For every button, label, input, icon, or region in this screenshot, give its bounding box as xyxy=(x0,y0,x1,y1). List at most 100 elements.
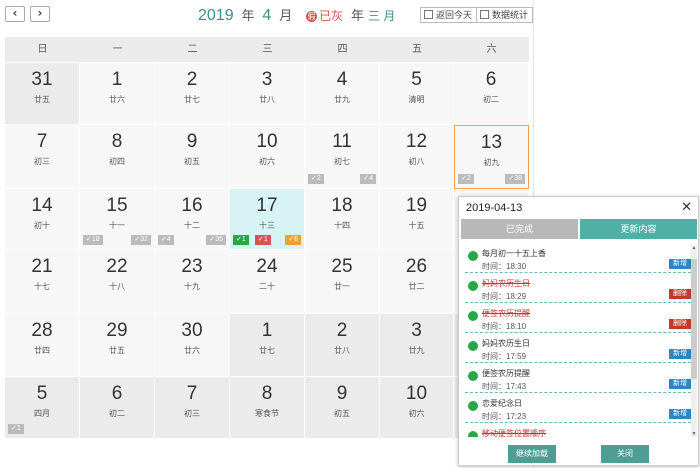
close-button[interactable]: 关闭 xyxy=(601,445,649,463)
scroll-up-icon[interactable]: ▲ xyxy=(691,245,697,251)
day-cell[interactable]: 5 清明 xyxy=(380,63,454,125)
day-cell[interactable]: 2 廿七 xyxy=(155,63,230,125)
day-detail-popup: 2019-04-13 ✕ 已完成 更新内容 每月初一十五上香 时间：18:30 … xyxy=(458,196,699,466)
day-cell[interactable]: 25 廿一 xyxy=(305,250,380,314)
day-cell[interactable]: 14 初十 xyxy=(5,189,80,250)
item-action-button[interactable]: 删除 xyxy=(669,319,691,329)
tab-done[interactable]: 已完成 xyxy=(461,219,578,239)
stats-button[interactable]: 数据统计 xyxy=(476,7,534,23)
tab-update[interactable]: 更新内容 xyxy=(580,219,697,239)
event-count-badge[interactable]: ✓4 xyxy=(360,174,376,184)
month-text[interactable]: 4 xyxy=(262,7,271,24)
day-cell[interactable]: 1 廿七 xyxy=(230,314,305,377)
day-cell[interactable]: 18 十四 xyxy=(305,189,380,250)
day-cell[interactable]: 11 初七 ✓2 ✓4 xyxy=(305,125,380,189)
item-action-button[interactable]: 新增 xyxy=(669,379,691,389)
day-cell[interactable]: 10 初六 xyxy=(230,125,305,189)
lunar-date: 廿五 xyxy=(109,346,125,355)
list-item[interactable]: 妈妈农历生日 时间：18:29 删除 xyxy=(465,275,691,303)
prev-month-button[interactable]: ‹ xyxy=(5,6,25,22)
event-count-badge[interactable]: ✓38 xyxy=(505,174,525,184)
day-cell[interactable]: 22 十八 xyxy=(80,250,155,314)
event-tags: ✓2 ✓38 xyxy=(458,174,525,184)
day-cell[interactable]: 28 廿四 xyxy=(5,314,80,377)
day-cell[interactable]: 21 十七 xyxy=(5,250,80,314)
day-cell[interactable]: 31 廿五 xyxy=(5,63,80,125)
day-cell[interactable]: 3 廿九 xyxy=(380,314,454,377)
day-cell[interactable]: 10 初六 xyxy=(380,377,454,439)
close-icon[interactable]: ✕ xyxy=(681,199,692,215)
event-count-badge[interactable]: ✓1 xyxy=(233,235,249,245)
weekday-header: 三 xyxy=(230,37,305,62)
day-cell[interactable]: 5 四月 ✓1 xyxy=(5,377,80,439)
back-today-button[interactable]: 返回今天 xyxy=(420,7,478,23)
lunar-month[interactable]: 三 月 xyxy=(368,9,395,23)
day-cell[interactable]: 2 廿八 xyxy=(305,314,380,377)
event-count-badge[interactable]: ✓18 xyxy=(83,235,103,245)
day-cell[interactable]: 1 廿六 xyxy=(80,63,155,125)
item-action-button[interactable]: 删除 xyxy=(669,289,691,299)
item-action-button[interactable]: 新增 xyxy=(669,259,691,269)
scroll-thumb[interactable] xyxy=(691,259,697,379)
list-item[interactable]: 便签农历提醒 时间：17:43 新增 xyxy=(465,365,691,393)
day-cell[interactable]: 8 初四 xyxy=(80,125,155,189)
day-cell[interactable]: 12 初八 xyxy=(380,125,454,189)
day-cell[interactable]: 7 初三 xyxy=(5,125,80,189)
today-cell[interactable]: 17 十三 ✓1 ✓1 ✓6 xyxy=(230,189,305,250)
lunar-date: 初三 xyxy=(184,409,200,418)
event-count-badge[interactable]: ✓1 xyxy=(8,424,24,434)
status-dot-icon xyxy=(468,281,478,291)
load-more-button[interactable]: 继续加载 xyxy=(508,445,556,463)
day-cell[interactable]: 16 十二 ✓4 ✓35 xyxy=(155,189,230,250)
item-action-button[interactable]: 新增 xyxy=(669,409,691,419)
day-cell[interactable]: 6 初二 xyxy=(454,63,529,125)
day-cell[interactable]: 6 初二 xyxy=(80,377,155,439)
event-count-badge[interactable]: ✓32 xyxy=(131,235,151,245)
list-scrollbar[interactable]: ▲ ▼ xyxy=(691,245,697,437)
day-cell[interactable]: 23 十九 xyxy=(155,250,230,314)
list-item[interactable]: 恋爱纪念日 时间：17:23 新增 xyxy=(465,395,691,423)
day-cell[interactable]: 7 初三 xyxy=(155,377,230,439)
list-item[interactable]: 妈妈农历生日 时间：17:59 新增 xyxy=(465,335,691,363)
day-number: 25 xyxy=(331,256,353,277)
calendar-panel: ‹ › 2019 年 4 月 假已灰 年三 月 返回今天 数据统计 日一二三四五… xyxy=(0,0,534,468)
day-cell[interactable]: 4 廿九 xyxy=(305,63,380,125)
event-count-badge[interactable]: ✓1 xyxy=(255,235,271,245)
day-cell[interactable]: 24 二十 xyxy=(230,250,305,314)
list-item[interactable]: 移动便签位置顺序 时间：17:13 删除 xyxy=(465,425,691,437)
calendar-header: ‹ › 2019 年 4 月 假已灰 年三 月 返回今天 数据统计 xyxy=(0,0,534,30)
day-cell[interactable]: 30 廿六 xyxy=(155,314,230,377)
lunar-date: 廿九 xyxy=(334,95,350,104)
day-number: 10 xyxy=(405,383,428,404)
list-item[interactable]: 便签农历提醒 时间：18:10 删除 xyxy=(465,305,691,333)
year-text[interactable]: 2019 xyxy=(198,7,234,24)
selected-day-cell[interactable]: 13 初九 ✓2 ✓38 xyxy=(454,125,529,189)
event-count-badge[interactable]: ✓35 xyxy=(206,235,226,245)
day-cell[interactable]: 15 十一 ✓18 ✓32 xyxy=(80,189,155,250)
day-cell[interactable]: 19 十五 xyxy=(380,189,454,250)
lunar-date: 廿七 xyxy=(184,95,200,104)
day-number: 6 xyxy=(111,383,123,404)
day-cell[interactable]: 9 初五 xyxy=(305,377,380,439)
scroll-down-icon[interactable]: ▼ xyxy=(691,431,697,437)
lunar-date: 十三 xyxy=(259,221,275,230)
day-cell[interactable]: 8 寒食节 xyxy=(230,377,305,439)
day-cell[interactable]: 3 廿八 xyxy=(230,63,305,125)
event-count-badge[interactable]: ✓6 xyxy=(285,235,301,245)
day-cell[interactable]: 9 初五 xyxy=(155,125,230,189)
holiday-text[interactable]: 已灰 xyxy=(319,9,343,23)
day-cell[interactable]: 29 廿五 xyxy=(80,314,155,377)
item-action-button[interactable]: 新增 xyxy=(669,349,691,359)
event-count-badge[interactable]: ✓2 xyxy=(458,174,474,184)
lunar-date: 初三 xyxy=(34,157,50,166)
lunar-date: 廿五 xyxy=(34,95,50,104)
next-month-button[interactable]: › xyxy=(30,6,50,22)
event-count-badge[interactable]: ✓4 xyxy=(158,235,174,245)
event-count-badge[interactable]: ✓2 xyxy=(308,174,324,184)
lunar-date: 清明 xyxy=(408,95,425,104)
calendar-icon xyxy=(424,10,433,19)
lunar-date: 初六 xyxy=(259,157,275,166)
day-number: 7 xyxy=(186,383,198,404)
day-cell[interactable]: 26 廿二 xyxy=(380,250,454,314)
list-item[interactable]: 每月初一十五上香 时间：18:30 新增 xyxy=(465,245,691,273)
